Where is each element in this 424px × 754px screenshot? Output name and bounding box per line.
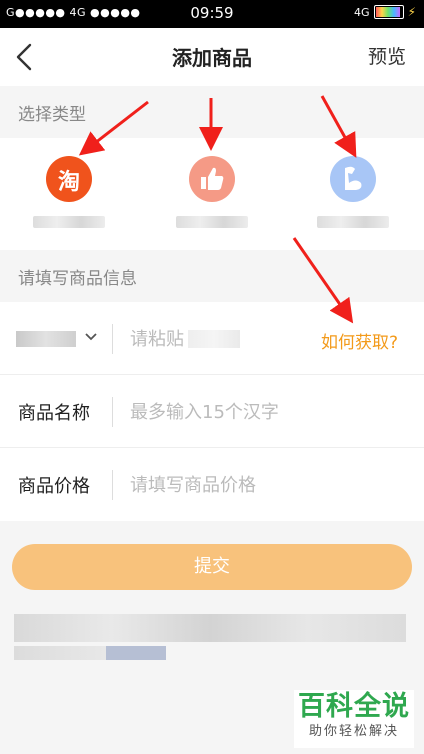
notice-link-blurred: [106, 646, 166, 660]
taobao-icon: 淘: [46, 156, 92, 202]
how-to-get-link[interactable]: 如何获取?: [321, 328, 398, 353]
link-row: 如何获取?: [0, 302, 424, 375]
watermark-logo: 百科全说 助你轻松解决: [294, 690, 414, 748]
type-label-blurred: [33, 216, 105, 228]
select-type-heading: 选择类型: [18, 105, 86, 125]
placeholder-blurred: [188, 330, 240, 348]
price-input[interactable]: [130, 466, 400, 504]
price-row: 商品价格: [0, 448, 424, 521]
notice-text-blurred: [14, 614, 406, 642]
submit-button[interactable]: 提交: [12, 544, 412, 590]
page-title: 添加商品: [172, 46, 252, 70]
type-option-recommend[interactable]: [162, 156, 262, 228]
product-info-heading: 请填写商品信息: [18, 269, 137, 289]
type-label-blurred: [317, 216, 389, 228]
charging-icon: ⚡: [407, 5, 416, 19]
preview-button[interactable]: 预览: [368, 42, 406, 69]
name-input[interactable]: [130, 393, 400, 431]
network-type: 4G: [354, 5, 370, 19]
name-row: 商品名称: [0, 375, 424, 448]
price-label: 商品价格: [18, 476, 90, 497]
platform-select[interactable]: [16, 331, 76, 347]
watermark-title: 百科全说: [298, 691, 410, 722]
type-option-flex[interactable]: [303, 156, 403, 228]
status-right: 4G ⚡: [354, 5, 416, 19]
thumbs-up-icon: [189, 156, 235, 202]
product-form: 如何获取? 商品名称 商品价格: [0, 302, 424, 521]
notice-text-blurred: [14, 646, 106, 660]
status-bar: G●●●●● 4G ●●●●● 09:59 4G ⚡: [0, 0, 424, 28]
type-label-blurred: [176, 216, 248, 228]
name-label: 商品名称: [18, 403, 90, 424]
chevron-down-icon[interactable]: [84, 330, 98, 344]
flex-arm-icon: [330, 156, 376, 202]
watermark-subtitle: 助你轻松解决: [308, 724, 399, 739]
battery-icon: [373, 5, 404, 19]
type-selector: 淘: [0, 138, 424, 250]
navbar: 添加商品 预览: [0, 28, 424, 86]
type-option-taobao[interactable]: 淘: [19, 156, 119, 228]
